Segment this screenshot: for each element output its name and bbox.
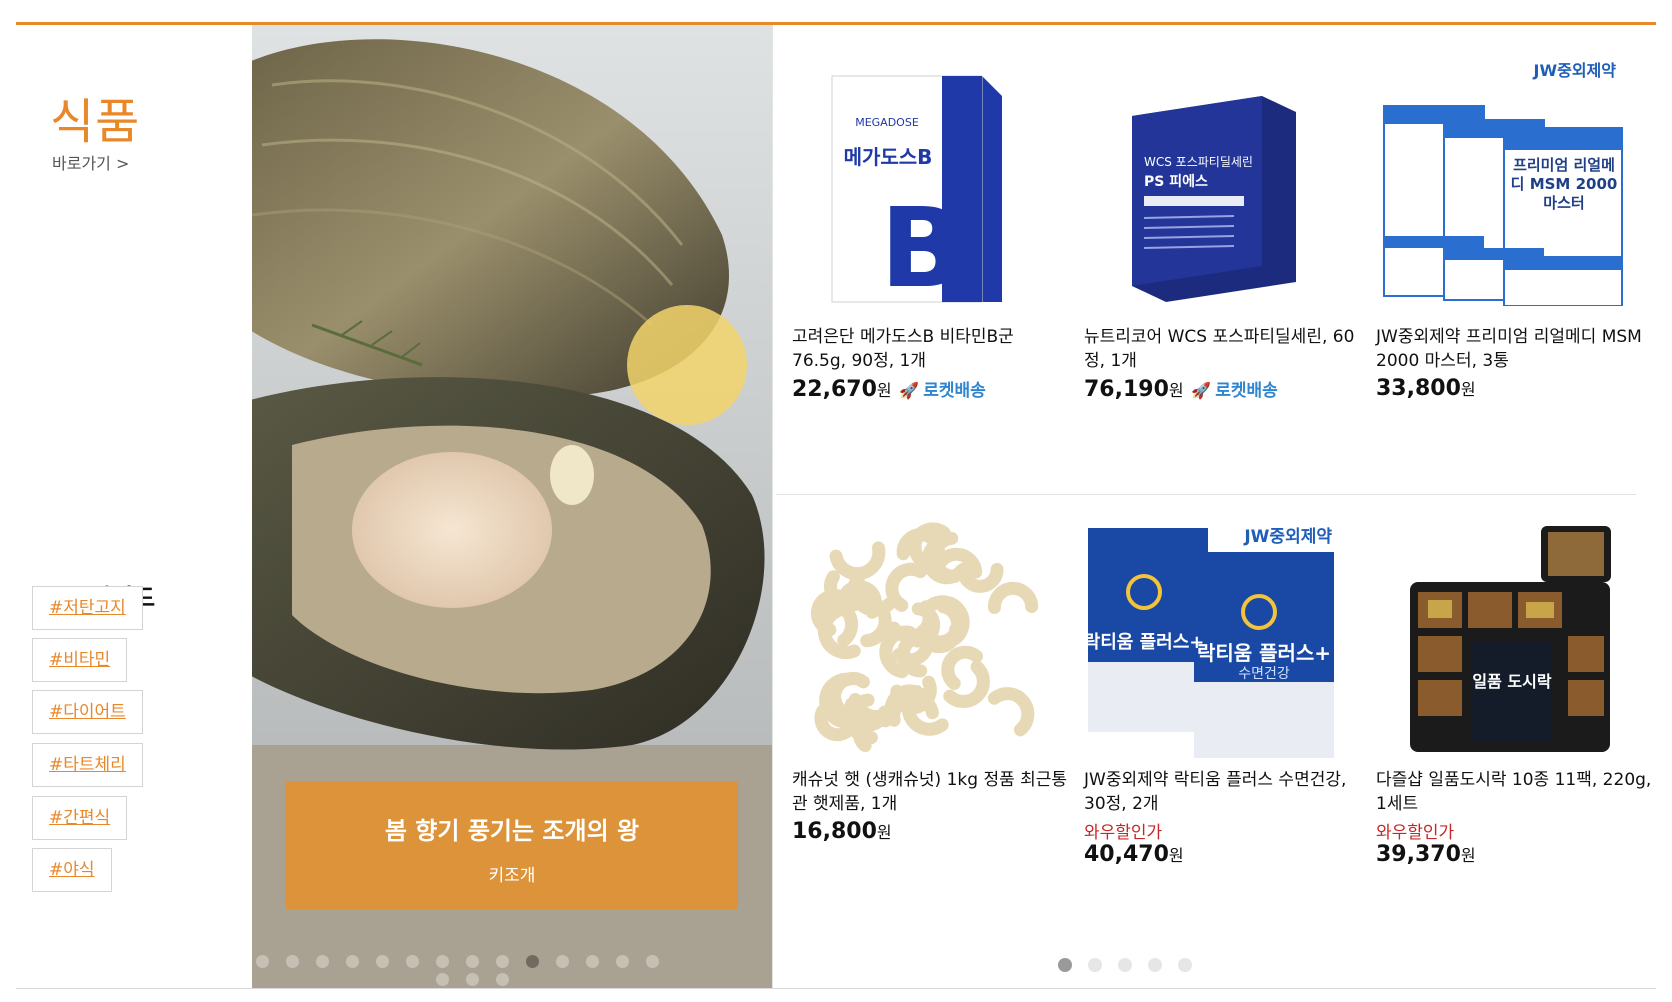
hot-keyword-tag[interactable]: #야식 — [32, 848, 112, 892]
banner-dot[interactable] — [436, 973, 449, 986]
product-page-dot[interactable] — [1178, 958, 1192, 972]
banner-dot[interactable] — [646, 955, 659, 968]
wow-discount-label: 와우할인가 — [1376, 823, 1455, 843]
product-name[interactable]: 캐슈넛 햇 (생캐슈넛) 1kg 정품 최근통관 햇제품, 1개 — [792, 768, 1072, 816]
rocket-delivery-icon: 🚀 — [1191, 381, 1212, 400]
svg-text:PS 피에스: PS 피에스 — [1144, 174, 1208, 190]
product-name[interactable]: 고려은단 메가도스B 비타민B군 76.5g, 90정, 1개 — [792, 325, 1072, 373]
promo-banner[interactable]: 봄 향기 풍기는 조개의 왕 키조개 — [252, 25, 772, 988]
svg-text:수면건강: 수면건강 — [1238, 666, 1290, 682]
product-price: 33,800원 — [1376, 376, 1476, 401]
product-price: 22,670원 🚀 로켓배송 — [792, 377, 986, 402]
product-name[interactable]: 다즐샵 일품도시락 10종 11팩, 220g, 1세트 — [1376, 768, 1656, 816]
banner-dot[interactable] — [556, 955, 569, 968]
product-name[interactable]: JW중외제약 프리미엄 리얼메디 MSM 2000 마스터, 3통 — [1376, 325, 1656, 373]
product-image-lunchbox: 일품 도시락 — [1410, 526, 1611, 752]
product-page-dot[interactable] — [1148, 958, 1162, 972]
svg-text:JW중외제약: JW중외제약 — [1533, 61, 1617, 80]
product-image-msm: JW중외제약 프리미엄 리얼메디 MSM 2000 마스터 — [1383, 61, 1623, 306]
rocket-delivery-label: 로켓배송 — [923, 381, 986, 401]
banner-subtitle: 키조개 — [488, 866, 536, 886]
svg-text:락티움 플러스+: 락티움 플러스+ — [1197, 641, 1331, 665]
row-divider — [776, 494, 1636, 495]
banner-dot[interactable] — [346, 955, 359, 968]
svg-text:JW중외제약: JW중외제약 — [1243, 526, 1332, 547]
svg-text:B: B — [880, 184, 964, 306]
banner-dot[interactable] — [466, 955, 479, 968]
hot-keyword-tag[interactable]: #다이어트 — [32, 690, 143, 734]
svg-text:WCS 포스파티딜세린: WCS 포스파티딜세린 — [1144, 155, 1253, 169]
banner-dot[interactable] — [376, 955, 389, 968]
product-page-dot[interactable] — [1088, 958, 1102, 972]
svg-text:MEGADOSE: MEGADOSE — [855, 116, 919, 129]
banner-dot[interactable] — [316, 955, 329, 968]
banner-headline: 봄 향기 풍기는 조개의 왕 — [384, 817, 640, 845]
rocket-delivery-icon: 🚀 — [899, 381, 920, 400]
product-name[interactable]: 뉴트리코어 WCS 포스파티딜세린, 60정, 1개 — [1084, 325, 1364, 373]
banner-dot[interactable] — [616, 955, 629, 968]
column-divider — [772, 25, 773, 988]
banner-dot[interactable] — [466, 973, 479, 986]
cashew-nut — [987, 687, 1035, 737]
product-page-dot[interactable] — [1058, 958, 1072, 972]
banner-dot[interactable] — [436, 955, 449, 968]
banner-caption-box[interactable]: 봄 향기 풍기는 조개의 왕 키조개 — [286, 781, 738, 909]
product-name[interactable]: JW중외제약 락티움 플러스 수면건강, 30정, 2개 — [1084, 768, 1364, 816]
food-category-panel: 식품 바로가기 > HOT키워드 #저탄고지 #비타민 #다이어트 #타트체리 … — [16, 22, 1656, 990]
hot-keyword-tag[interactable]: #간편식 — [32, 796, 128, 840]
product-image-lactium: JW중외제약 락티움 플러스+ 락티움 플러스+ 수면건강 — [1084, 526, 1334, 758]
banner-dot[interactable] — [526, 955, 539, 968]
hot-keyword-tag[interactable]: #비타민 — [32, 638, 128, 682]
product-image-megadose: MEGADOSE 메가도스B B — [831, 75, 1002, 306]
banner-dot[interactable] — [406, 955, 419, 968]
category-title: 식품 — [50, 94, 141, 150]
product-page-dot[interactable] — [1118, 958, 1132, 972]
bottom-border — [16, 988, 1656, 989]
product-price: 40,470원 — [1084, 842, 1184, 867]
banner-dot[interactable] — [286, 955, 299, 968]
hot-keyword-tag[interactable]: #저탄고지 — [32, 586, 143, 630]
svg-text:락티움 플러스+: 락티움 플러스+ — [1084, 632, 1204, 653]
product-price: 39,370원 — [1376, 842, 1476, 867]
rocket-delivery-label: 로켓배송 — [1215, 381, 1278, 401]
cashew-nut — [987, 581, 1039, 614]
product-image-wcs: WCS 포스파티딜세린 PS 피에스 — [1132, 96, 1296, 302]
wow-discount-label: 와우할인가 — [1084, 823, 1163, 843]
banner-dot[interactable] — [586, 955, 599, 968]
banner-dot[interactable] — [496, 973, 509, 986]
product-price: 16,800원 — [792, 819, 892, 844]
product-image-cashew — [811, 522, 1039, 753]
banner-dot[interactable] — [256, 955, 269, 968]
svg-text:메가도스B: 메가도스B — [844, 145, 933, 169]
category-shortcut-link[interactable]: 바로가기 > — [52, 150, 129, 174]
svg-text:일품 도시락: 일품 도시락 — [1472, 672, 1551, 691]
hot-keyword-tag[interactable]: #타트체리 — [32, 743, 143, 787]
product-price: 76,190원 🚀 로켓배송 — [1084, 377, 1278, 402]
banner-dot[interactable] — [496, 955, 509, 968]
